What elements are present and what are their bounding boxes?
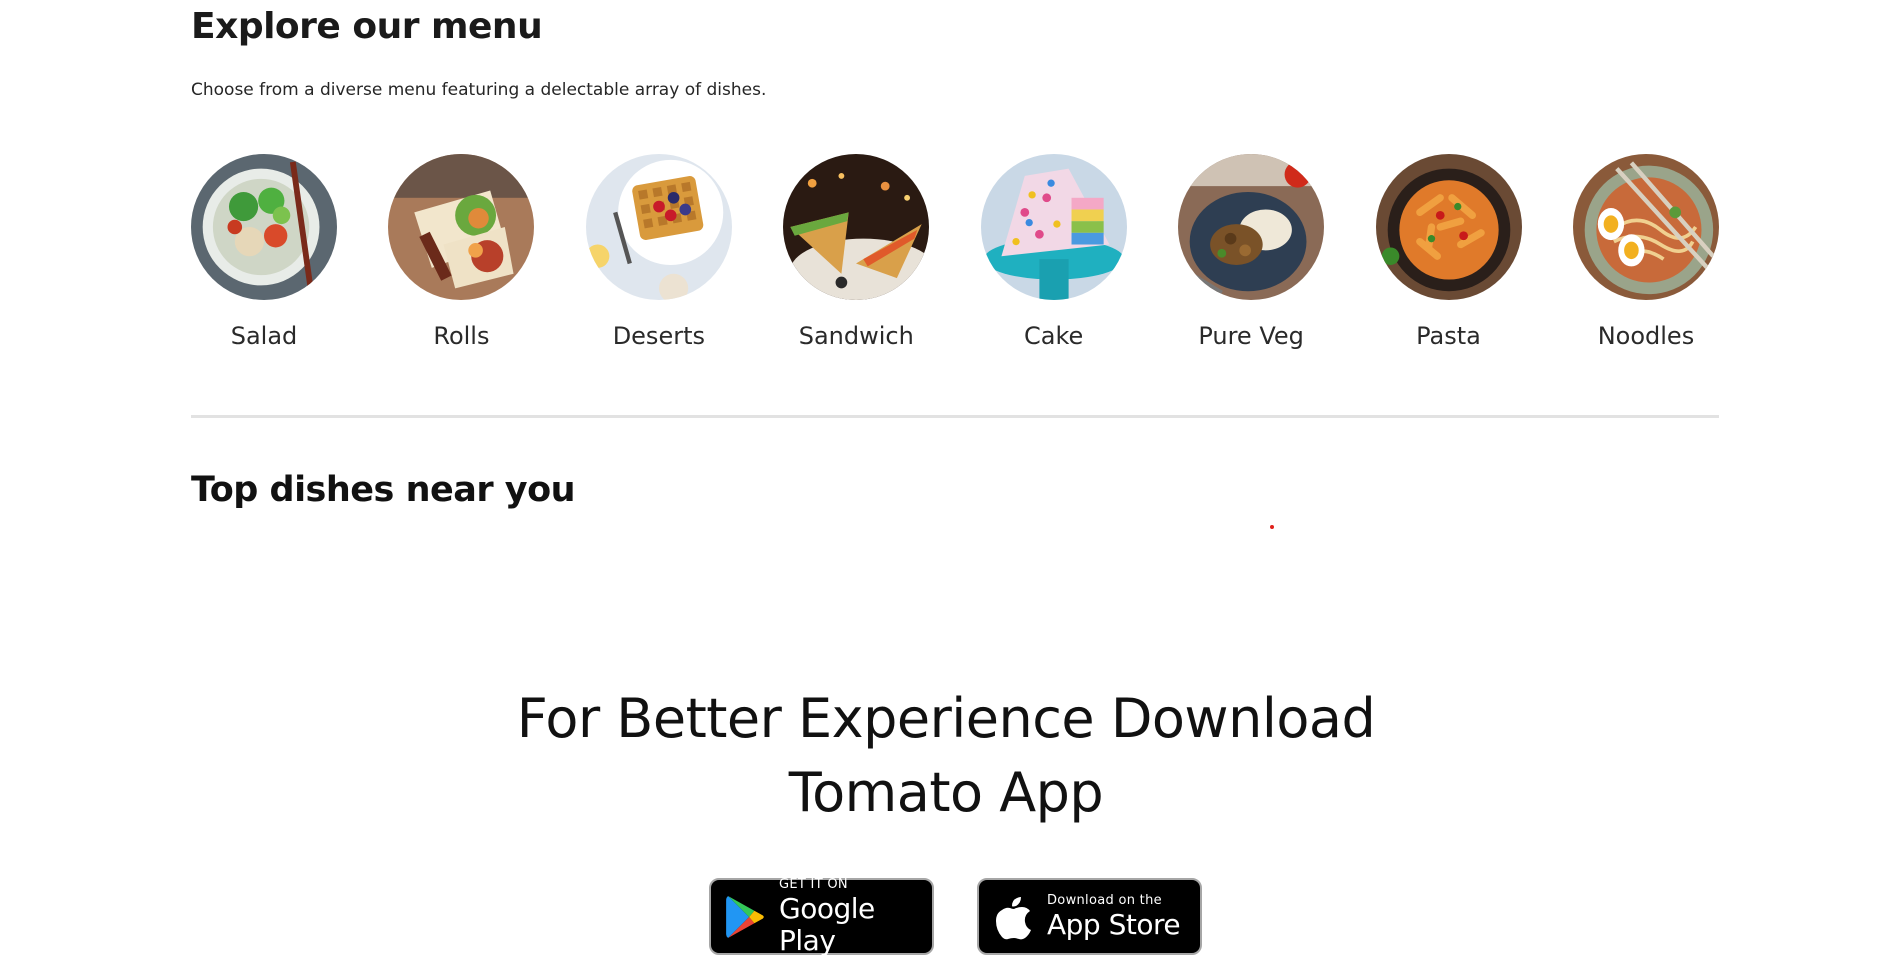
menu-label-cake: Cake: [1024, 322, 1084, 350]
menu-label-rolls: Rolls: [433, 322, 490, 350]
explore-menu-subtitle: Choose from a diverse menu featuring a d…: [191, 80, 767, 100]
google-play-small-text: GET IT ON: [779, 876, 848, 892]
menu-category-list: Salad Rolls Deserts Sandwich Cake Pure V…: [191, 154, 1719, 350]
noodles-image[interactable]: [1572, 154, 1719, 300]
menu-label-noodles: Noodles: [1597, 322, 1695, 350]
menu-label-salad: Salad: [230, 322, 298, 350]
pasta-image[interactable]: [1375, 154, 1522, 300]
menu-label-pure-veg: Pure Veg: [1198, 322, 1304, 350]
menu-label-deserts: Deserts: [612, 322, 705, 350]
cake-image[interactable]: [980, 154, 1127, 300]
pure-veg-image[interactable]: [1178, 154, 1325, 300]
google-play-big-text: Google Play: [779, 891, 875, 957]
rolls-image[interactable]: [388, 154, 535, 300]
menu-item-cake[interactable]: Cake: [980, 154, 1127, 350]
app-download-title-line1: For Better Experience Download: [516, 687, 1376, 750]
deserts-image[interactable]: [585, 154, 732, 300]
app-store-small-text: Download on the: [1047, 892, 1162, 908]
top-dishes-title: Top dishes near you: [191, 470, 576, 510]
menu-item-pure-veg[interactable]: Pure Veg: [1178, 154, 1325, 350]
menu-item-deserts[interactable]: Deserts: [585, 154, 732, 350]
app-store-button[interactable]: Download on the App Store: [977, 878, 1202, 955]
menu-item-rolls[interactable]: Rolls: [388, 154, 535, 350]
google-play-icon: [726, 895, 764, 938]
section-divider: [191, 415, 1719, 418]
sandwich-image[interactable]: [783, 154, 930, 300]
salad-image[interactable]: [191, 154, 337, 300]
app-download-title: For Better Experience Download Tomato Ap…: [446, 682, 1446, 830]
menu-item-noodles[interactable]: Noodles: [1572, 154, 1719, 350]
app-store-badges: GET IT ON Google Play Download on the Ap…: [709, 876, 1202, 957]
menu-item-pasta[interactable]: Pasta: [1375, 154, 1522, 350]
google-play-button[interactable]: GET IT ON Google Play: [709, 876, 934, 957]
menu-label-pasta: Pasta: [1416, 322, 1481, 350]
explore-menu-title: Explore our menu: [191, 6, 543, 47]
menu-item-salad[interactable]: Salad: [191, 154, 337, 350]
app-store-big-text: App Store: [1047, 907, 1181, 941]
menu-label-sandwich: Sandwich: [798, 322, 914, 350]
app-download-title-line2: Tomato App: [788, 761, 1104, 824]
menu-item-sandwich[interactable]: Sandwich: [783, 154, 930, 350]
apple-icon: [996, 896, 1031, 939]
loading-indicator: [1270, 525, 1274, 529]
